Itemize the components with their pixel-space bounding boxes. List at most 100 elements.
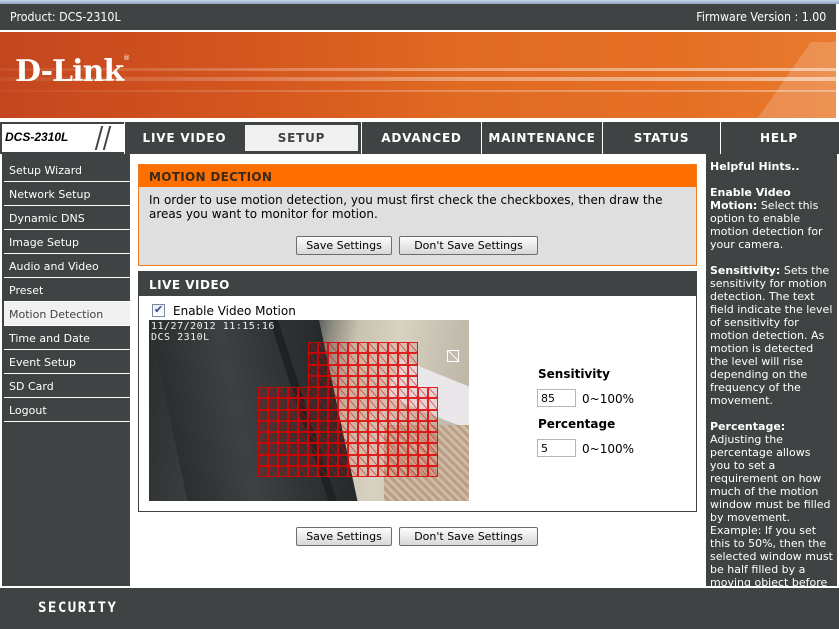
motion-video-canvas[interactable]: 11/27/2012 11:15:16 DCS 2310L bbox=[149, 320, 469, 501]
motion-grid-cell[interactable] bbox=[258, 387, 268, 399]
motion-grid-cell[interactable] bbox=[268, 465, 278, 477]
motion-grid-cell[interactable] bbox=[268, 454, 278, 466]
motion-grid-cell[interactable] bbox=[288, 465, 298, 477]
motion-grid-cell[interactable] bbox=[318, 342, 328, 354]
motion-grid-cell[interactable] bbox=[338, 443, 348, 455]
sidebar-item-preset[interactable]: Preset bbox=[4, 278, 130, 302]
motion-grid-cell[interactable] bbox=[278, 387, 288, 399]
motion-grid-cell[interactable] bbox=[388, 364, 398, 376]
motion-grid-cell[interactable] bbox=[298, 409, 308, 421]
motion-grid-cell[interactable] bbox=[388, 375, 398, 387]
sidebar-item-network-setup[interactable]: Network Setup bbox=[4, 182, 130, 206]
motion-grid-cell[interactable] bbox=[338, 454, 348, 466]
motion-grid-cell[interactable] bbox=[358, 364, 368, 376]
motion-grid-cell[interactable] bbox=[378, 409, 388, 421]
motion-grid-cell[interactable] bbox=[278, 398, 288, 410]
motion-grid-cell[interactable] bbox=[268, 409, 278, 421]
motion-grid-cell[interactable] bbox=[338, 375, 348, 387]
motion-grid-cell[interactable] bbox=[328, 342, 338, 354]
motion-grid-cell[interactable] bbox=[348, 353, 358, 365]
motion-grid-cell[interactable] bbox=[308, 375, 318, 387]
sidebar-item-time-and-date[interactable]: Time and Date bbox=[4, 326, 130, 350]
motion-grid-cell[interactable] bbox=[378, 454, 388, 466]
motion-grid-cell[interactable] bbox=[398, 465, 408, 477]
motion-grid-cell[interactable] bbox=[268, 387, 278, 399]
motion-grid-cell[interactable] bbox=[348, 465, 358, 477]
motion-grid-cell[interactable] bbox=[288, 443, 298, 455]
motion-grid-cell[interactable] bbox=[408, 420, 418, 432]
motion-grid-cell[interactable] bbox=[358, 420, 368, 432]
motion-grid-cell[interactable] bbox=[418, 398, 428, 410]
motion-grid-cell[interactable] bbox=[358, 375, 368, 387]
motion-grid-cell[interactable] bbox=[378, 465, 388, 477]
motion-grid-cell[interactable] bbox=[398, 454, 408, 466]
motion-grid-cell[interactable] bbox=[428, 387, 438, 399]
motion-grid-cell[interactable] bbox=[298, 420, 308, 432]
motion-grid-cell[interactable] bbox=[308, 364, 318, 376]
motion-grid-cell[interactable] bbox=[398, 364, 408, 376]
motion-grid-cell[interactable] bbox=[408, 432, 418, 444]
sidebar-item-image-setup[interactable]: Image Setup bbox=[4, 230, 130, 254]
motion-grid-cell[interactable] bbox=[318, 375, 328, 387]
motion-grid-cell[interactable] bbox=[338, 387, 348, 399]
motion-grid-cell[interactable] bbox=[358, 353, 368, 365]
motion-grid-cell[interactable] bbox=[388, 443, 398, 455]
motion-grid-cell[interactable] bbox=[418, 409, 428, 421]
tab-maintenance[interactable]: MAINTENANCE bbox=[481, 122, 602, 154]
motion-grid-cell[interactable] bbox=[398, 398, 408, 410]
tab-advanced[interactable]: ADVANCED bbox=[361, 122, 481, 154]
sidebar-item-dynamic-dns[interactable]: Dynamic DNS bbox=[4, 206, 130, 230]
motion-grid-cell[interactable] bbox=[428, 409, 438, 421]
motion-grid-cell[interactable] bbox=[398, 375, 408, 387]
motion-grid-cell[interactable] bbox=[258, 465, 268, 477]
motion-grid-cell[interactable] bbox=[308, 420, 318, 432]
motion-grid-cell[interactable] bbox=[378, 342, 388, 354]
motion-grid-cell[interactable] bbox=[358, 387, 368, 399]
tab-live-video[interactable]: LIVE VIDEO bbox=[124, 122, 244, 154]
motion-grid-cell[interactable] bbox=[428, 432, 438, 444]
motion-grid-cell[interactable] bbox=[378, 420, 388, 432]
motion-grid-cell[interactable] bbox=[408, 375, 418, 387]
motion-grid-cell[interactable] bbox=[298, 398, 308, 410]
motion-grid-cell[interactable] bbox=[408, 387, 418, 399]
motion-grid-cell[interactable] bbox=[368, 398, 378, 410]
motion-grid-cell[interactable] bbox=[368, 443, 378, 455]
motion-grid-cell[interactable] bbox=[428, 398, 438, 410]
motion-grid-cell[interactable] bbox=[358, 432, 368, 444]
motion-grid-cell[interactable] bbox=[418, 454, 428, 466]
clear-region-icon[interactable] bbox=[447, 350, 459, 362]
motion-grid-cell[interactable] bbox=[338, 364, 348, 376]
motion-grid-cell[interactable] bbox=[368, 432, 378, 444]
motion-grid-cell[interactable] bbox=[378, 387, 388, 399]
motion-grid-cell[interactable] bbox=[378, 432, 388, 444]
motion-grid-cell[interactable] bbox=[368, 454, 378, 466]
sidebar-item-sd-card[interactable]: SD Card bbox=[4, 374, 130, 398]
motion-grid-cell[interactable] bbox=[308, 398, 318, 410]
motion-grid-cell[interactable] bbox=[298, 387, 308, 399]
sidebar-item-logout[interactable]: Logout bbox=[4, 398, 130, 422]
motion-grid-cell[interactable] bbox=[388, 454, 398, 466]
motion-grid-cell[interactable] bbox=[298, 432, 308, 444]
motion-grid-cell[interactable] bbox=[338, 398, 348, 410]
tab-status[interactable]: STATUS bbox=[602, 122, 720, 154]
motion-grid-cell[interactable] bbox=[388, 342, 398, 354]
motion-grid-cell[interactable] bbox=[428, 443, 438, 455]
motion-grid-cell[interactable] bbox=[308, 409, 318, 421]
motion-grid-cell[interactable] bbox=[388, 465, 398, 477]
motion-grid-cell[interactable] bbox=[298, 443, 308, 455]
motion-grid-cell[interactable] bbox=[288, 432, 298, 444]
motion-grid-cell[interactable] bbox=[318, 353, 328, 365]
motion-grid-cell[interactable] bbox=[258, 409, 268, 421]
motion-grid-cell[interactable] bbox=[278, 420, 288, 432]
motion-grid-cell[interactable] bbox=[388, 432, 398, 444]
motion-grid-cell[interactable] bbox=[278, 409, 288, 421]
motion-grid-cell[interactable] bbox=[388, 398, 398, 410]
save-settings-button[interactable]: Save Settings bbox=[296, 236, 392, 255]
motion-grid-cell[interactable] bbox=[258, 420, 268, 432]
motion-grid-cell[interactable] bbox=[398, 353, 408, 365]
motion-grid-cell[interactable] bbox=[328, 353, 338, 365]
motion-grid-cell[interactable] bbox=[358, 342, 368, 354]
motion-grid-cell[interactable] bbox=[348, 443, 358, 455]
motion-grid-cell[interactable] bbox=[408, 465, 418, 477]
motion-grid-cell[interactable] bbox=[268, 398, 278, 410]
